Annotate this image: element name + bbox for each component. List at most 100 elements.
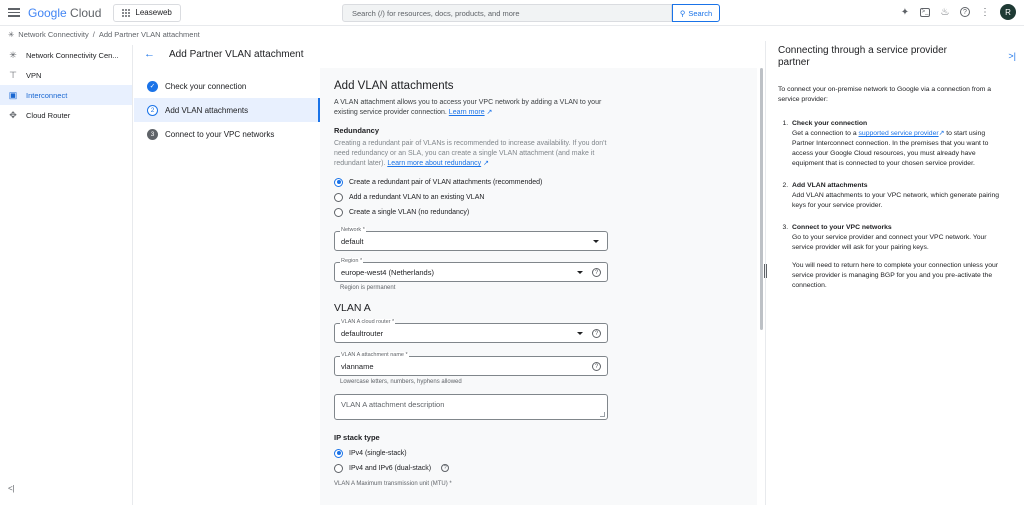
avatar[interactable]: R xyxy=(1000,4,1016,20)
learn-more-redundancy-link[interactable]: Learn more about redundancy xyxy=(387,160,481,167)
name-hint: Lowercase letters, numbers, hyphens allo… xyxy=(340,379,462,385)
project-picker[interactable]: Leaseweb xyxy=(113,3,181,22)
back-arrow-icon[interactable]: ← xyxy=(144,48,155,60)
panel-intro: To connect your on-premise network to Go… xyxy=(778,86,992,103)
radio-label: IPv4 (single-stack) xyxy=(349,449,407,457)
menu-icon[interactable] xyxy=(8,8,20,17)
radio-button[interactable] xyxy=(334,463,343,473)
help-icon[interactable]: ? xyxy=(441,464,450,472)
project-name: Leaseweb xyxy=(135,8,172,17)
router-icon: ✥ xyxy=(9,109,17,120)
radio-label: IPv4 and IPv6 (dual-stack) xyxy=(349,464,432,472)
step-number: 3 xyxy=(147,128,158,140)
more-vert-icon[interactable]: ⋮ xyxy=(979,6,991,18)
step-label: Connect to your VPC networks xyxy=(165,129,275,139)
radio-button[interactable] xyxy=(334,207,343,217)
stepper: ✓ Check your connection 2 Add VLAN attac… xyxy=(134,74,320,146)
google-cloud-logo[interactable]: Google Cloud xyxy=(28,6,101,20)
region-label: Region * xyxy=(340,258,364,265)
ip-stack-label: IP stack type xyxy=(334,433,380,442)
learn-more-link[interactable]: Learn more xyxy=(449,109,485,116)
step-check-connection[interactable]: ✓ Check your connection xyxy=(134,74,320,98)
name-label: VLAN A attachment name * xyxy=(340,352,409,359)
radio-label: Create a single VLAN (no redundancy) xyxy=(349,208,470,216)
radio-button[interactable] xyxy=(334,192,343,202)
dropdown-arrow-icon xyxy=(593,240,599,243)
vlan-a-heading: VLAN A xyxy=(334,302,371,314)
router-value: defaultrouter xyxy=(341,328,384,338)
radio-single-vlan[interactable]: Create a single VLAN (no redundancy) xyxy=(334,205,616,219)
panel-step-3: Connect to your VPC networks Go to your … xyxy=(790,223,1008,291)
region-value: europe-west4 (Netherlands) xyxy=(341,267,434,277)
open-new-icon: ↗ xyxy=(938,130,945,137)
redundancy-label: Redundancy xyxy=(334,126,380,135)
form-scrollbar[interactable] xyxy=(760,68,763,330)
radio-label: Create a redundant pair of VLAN attachme… xyxy=(349,178,543,186)
hub-icon: ✳ xyxy=(8,29,15,39)
supported-provider-link[interactable]: supported service provider xyxy=(859,130,939,137)
cloud-shell-icon[interactable]: >_ xyxy=(920,7,930,17)
help-icon[interactable]: ? xyxy=(592,268,601,277)
search-input[interactable]: Search (/) for resources, docs, products… xyxy=(342,4,672,22)
dropdown-arrow-icon xyxy=(577,271,583,274)
network-label: Network * xyxy=(340,227,366,234)
panel-step-text: Go to your service provider and connect … xyxy=(792,234,987,251)
step-connect-vpc[interactable]: 3 Connect to your VPC networks xyxy=(134,122,320,146)
vlan-a-name-input[interactable]: VLAN A attachment name * vlanname ? xyxy=(334,352,608,376)
nav-item-label: VPN xyxy=(26,70,42,80)
radio-ipv4[interactable]: IPv4 (single-stack) xyxy=(334,446,616,460)
panel-title: Connecting through a service provider pa… xyxy=(778,45,947,68)
intro-text: A VLAN attachment allows you to access y… xyxy=(334,98,616,118)
help-icon[interactable]: ? xyxy=(960,7,970,17)
search-icon: ⚲ xyxy=(679,8,686,18)
network-select[interactable]: Network * default xyxy=(334,227,608,251)
radio-redundant-pair[interactable]: Create a redundant pair of VLAN attachme… xyxy=(334,175,616,189)
open-new-icon: ↗ xyxy=(481,160,489,167)
notifications-icon[interactable]: ♨ xyxy=(939,6,951,18)
step-label: Check your connection xyxy=(165,81,247,91)
search-placeholder: Search (/) for resources, docs, products… xyxy=(352,8,520,18)
step-number: 2 xyxy=(147,104,158,116)
breadcrumb-network-connectivity[interactable]: Network Connectivity xyxy=(18,30,88,39)
interconnect-icon: ▣ xyxy=(8,89,18,100)
page-header: ← Add Partner VLAN attachment xyxy=(134,44,764,64)
nav-item-cloud-router[interactable]: ✥ Cloud Router xyxy=(0,105,132,125)
close-panel-icon[interactable]: >| xyxy=(1008,51,1016,61)
dropdown-arrow-icon xyxy=(577,332,583,335)
vlan-a-router-select[interactable]: VLAN A cloud router * defaultrouter ? xyxy=(334,319,608,343)
panel-body: To connect your on-premise network to Go… xyxy=(778,85,1008,303)
form-heading: Add VLAN attachments xyxy=(334,80,454,92)
page-title: Add Partner VLAN attachment xyxy=(169,48,304,60)
search-button[interactable]: ⚲ Search xyxy=(672,4,720,22)
check-circle-icon: ✓ xyxy=(147,80,158,92)
panel-step-text: Get a connection to a xyxy=(792,130,857,137)
nav-item-vpn[interactable]: ⊤ VPN xyxy=(0,65,132,85)
gemini-spark-icon[interactable]: ✦ xyxy=(899,6,911,18)
collapse-nav-icon[interactable]: <| xyxy=(8,484,15,493)
step-label: Add VLAN attachments xyxy=(165,105,249,115)
radio-button[interactable] xyxy=(334,448,343,458)
nav-item-interconnect[interactable]: ▣ Interconnect xyxy=(0,85,132,105)
logo-google-text: Google xyxy=(28,5,67,20)
radio-add-redundant[interactable]: Add a redundant VLAN to an existing VLAN xyxy=(334,190,616,204)
nav-item-label: Network Connectivity Cen... xyxy=(26,50,119,60)
project-dots-icon xyxy=(122,8,131,17)
region-select[interactable]: Region * europe-west4 (Netherlands) ? xyxy=(334,258,608,282)
search-button-label: Search xyxy=(688,8,713,18)
help-icon[interactable]: ? xyxy=(592,362,601,371)
router-label: VLAN A cloud router * xyxy=(340,319,396,326)
panel-steps: Check your connection Get a connection t… xyxy=(778,119,1008,291)
vlan-a-description-textarea[interactable]: VLAN A attachment description xyxy=(334,394,608,420)
radio-button[interactable] xyxy=(334,177,343,187)
help-icon[interactable]: ? xyxy=(592,329,601,338)
nav-item-network-connectivity-center[interactable]: ✳ Network Connectivity Cen... xyxy=(0,45,132,65)
breadcrumb: ✳ Network Connectivity / Add Partner VLA… xyxy=(0,27,200,41)
step-add-vlan-attachments[interactable]: 2 Add VLAN attachments xyxy=(134,98,320,122)
radio-dual-stack[interactable]: IPv4 and IPv6 (dual-stack)? xyxy=(334,461,616,475)
panel-step-1: Check your connection Get a connection t… xyxy=(790,119,1008,169)
region-hint: Region is permanent xyxy=(340,285,396,291)
open-new-icon: ↗ xyxy=(484,109,493,116)
left-nav: ✳ Network Connectivity Cen... ⊤ VPN ▣ In… xyxy=(0,45,133,505)
breadcrumb-current: Add Partner VLAN attachment xyxy=(98,29,200,39)
panel-step-2: Add VLAN attachments Add VLAN attachment… xyxy=(790,181,1008,211)
